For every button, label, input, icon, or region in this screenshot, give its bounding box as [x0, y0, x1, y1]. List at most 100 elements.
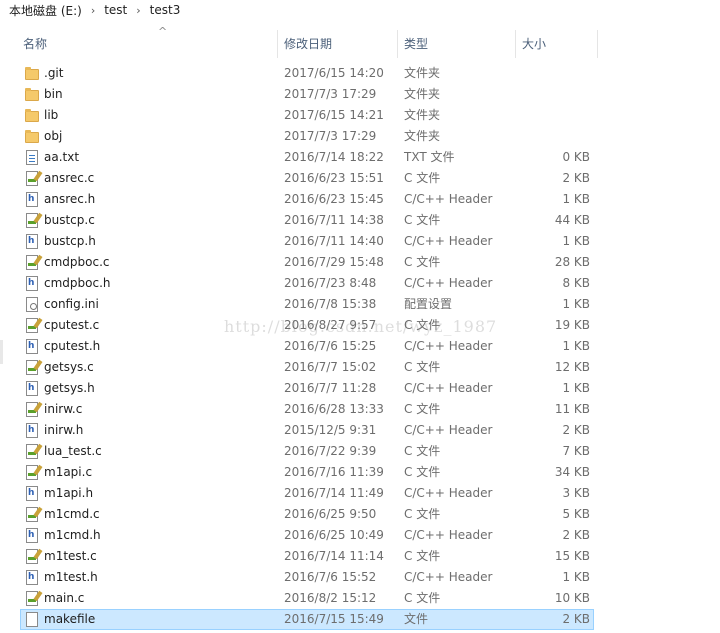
header-file-icon — [24, 528, 40, 544]
file-name: obj — [44, 129, 63, 143]
breadcrumb-chevron-icon[interactable]: › — [136, 4, 140, 17]
file-size: 1 KB — [562, 234, 590, 248]
file-row[interactable]: cputest.h 2016/7/6 15:25 C/C++ Header 1 KB — [0, 336, 720, 357]
file-row[interactable]: aa.txt 2016/7/14 18:22 TXT 文件 0 KB — [0, 147, 720, 168]
file-row[interactable]: m1cmd.c 2016/6/25 9:50 C 文件 5 KB — [0, 504, 720, 525]
breadcrumb-test[interactable]: test — [104, 3, 127, 17]
column-header-name[interactable]: 名称 ^ — [17, 26, 278, 58]
file-type: 文件夹 — [404, 108, 441, 122]
file-name: m1test.h — [44, 570, 98, 584]
file-name: lib — [44, 108, 59, 122]
file-date: 2016/7/6 15:52 — [284, 570, 377, 584]
folder-icon — [24, 108, 40, 124]
file-row[interactable]: lua_test.c 2016/7/22 9:39 C 文件 7 KB — [0, 441, 720, 462]
file-type: C/C++ Header — [404, 339, 493, 353]
file-row[interactable]: config.ini 2016/7/8 15:38 配置设置 1 KB — [0, 294, 720, 315]
file-row[interactable]: getsys.c 2016/7/7 15:02 C 文件 12 KB — [0, 357, 720, 378]
breadcrumb-chevron-icon[interactable]: › — [91, 4, 95, 17]
file-size: 34 KB — [554, 465, 590, 479]
file-row[interactable]: bustcp.h 2016/7/11 14:40 C/C++ Header 1 KB — [0, 231, 720, 252]
file-type: C 文件 — [404, 318, 441, 332]
file-date: 2015/12/5 9:31 — [284, 423, 377, 437]
file-size — [520, 105, 590, 126]
file-type: C 文件 — [404, 255, 441, 269]
file-name: cmdpboc.c — [44, 255, 110, 269]
file-row[interactable]: lib 2017/6/15 14:21 文件夹 — [0, 105, 720, 126]
file-size: 11 KB — [554, 402, 590, 416]
column-header-date[interactable]: 修改日期 — [278, 30, 398, 58]
file-date: 2016/7/8 15:38 — [284, 297, 377, 311]
sort-ascending-icon: ^ — [158, 25, 168, 38]
file-row[interactable]: inirw.c 2016/6/28 13:33 C 文件 11 KB — [0, 399, 720, 420]
file-type: TXT 文件 — [404, 150, 455, 164]
file-name: cputest.c — [44, 318, 100, 332]
file-row[interactable]: m1api.h 2016/7/14 11:49 C/C++ Header 3 KB — [0, 483, 720, 504]
file-size: 12 KB — [554, 360, 590, 374]
text-file-icon — [24, 150, 40, 166]
file-size: 44 KB — [554, 213, 590, 227]
file-name: inirw.c — [44, 402, 83, 416]
file-date: 2016/7/7 15:02 — [284, 360, 377, 374]
c-source-file-icon — [24, 402, 40, 418]
file-size: 2 KB — [562, 423, 590, 437]
file-row[interactable]: .git 2017/6/15 14:20 文件夹 — [0, 63, 720, 84]
file-type: C/C++ Header — [404, 423, 493, 437]
column-date-label: 修改日期 — [284, 37, 333, 51]
file-row[interactable]: inirw.h 2015/12/5 9:31 C/C++ Header 2 KB — [0, 420, 720, 441]
file-size: 7 KB — [562, 444, 590, 458]
header-file-icon — [24, 234, 40, 250]
file-row[interactable]: makefile 2016/7/15 15:49 文件 2 KB — [0, 609, 720, 630]
file-name: ansrec.c — [44, 171, 95, 185]
file-row[interactable]: ansrec.c 2016/6/23 15:51 C 文件 2 KB — [0, 168, 720, 189]
file-row[interactable]: cmdpboc.c 2016/7/29 15:48 C 文件 28 KB — [0, 252, 720, 273]
file-type: C 文件 — [404, 213, 441, 227]
file-row[interactable]: m1api.c 2016/7/16 11:39 C 文件 34 KB — [0, 462, 720, 483]
file-name: bin — [44, 87, 63, 101]
file-name: aa.txt — [44, 150, 80, 164]
file-row[interactable]: m1test.h 2016/7/6 15:52 C/C++ Header 1 KB — [0, 567, 720, 588]
file-type: C/C++ Header — [404, 276, 493, 290]
file-date: 2016/7/15 15:49 — [284, 612, 384, 626]
file-row[interactable]: cmdpboc.h 2016/7/23 8:48 C/C++ Header 8 KB — [0, 273, 720, 294]
folder-icon — [24, 66, 40, 82]
file-type: C 文件 — [404, 465, 441, 479]
c-source-file-icon — [24, 549, 40, 565]
file-name: cputest.h — [44, 339, 101, 353]
file-row[interactable]: bin 2017/7/3 17:29 文件夹 — [0, 84, 720, 105]
file-date: 2016/7/14 11:49 — [284, 486, 384, 500]
breadcrumb-test3[interactable]: test3 — [150, 3, 181, 17]
file-row[interactable]: cputest.c 2016/8/27 9:57 C 文件 19 KB — [0, 315, 720, 336]
file-name: m1cmd.c — [44, 507, 100, 521]
file-name: makefile — [44, 612, 96, 626]
file-name: ansrec.h — [44, 192, 96, 206]
file-type: C/C++ Header — [404, 192, 493, 206]
file-row[interactable]: obj 2017/7/3 17:29 文件夹 — [0, 126, 720, 147]
file-date: 2016/7/22 9:39 — [284, 444, 377, 458]
file-name: .git — [44, 66, 64, 80]
file-size: 19 KB — [554, 318, 590, 332]
column-header-size[interactable]: 大小 — [516, 30, 598, 58]
file-name: m1cmd.h — [44, 528, 101, 542]
file-date: 2016/6/23 15:45 — [284, 192, 384, 206]
breadcrumb: 本地磁盘 (E:) › test › test3 — [0, 0, 720, 20]
file-name: getsys.c — [44, 360, 94, 374]
file-row[interactable]: getsys.h 2016/7/7 11:28 C/C++ Header 1 KB — [0, 378, 720, 399]
file-size: 15 KB — [554, 549, 590, 563]
column-header-type[interactable]: 类型 — [398, 30, 516, 58]
file-row[interactable]: main.c 2016/8/2 15:12 C 文件 10 KB — [0, 588, 720, 609]
file-date: 2017/7/3 17:29 — [284, 87, 377, 101]
file-row[interactable]: m1test.c 2016/7/14 11:14 C 文件 15 KB — [0, 546, 720, 567]
file-row[interactable]: bustcp.c 2016/7/11 14:38 C 文件 44 KB — [0, 210, 720, 231]
file-name: m1test.c — [44, 549, 97, 563]
file-row[interactable]: m1cmd.h 2016/6/25 10:49 C/C++ Header 2 KB — [0, 525, 720, 546]
file-name: m1api.h — [44, 486, 94, 500]
c-source-file-icon — [24, 171, 40, 187]
file-name: inirw.h — [44, 423, 84, 437]
file-type: C/C++ Header — [404, 528, 493, 542]
breadcrumb-drive[interactable]: 本地磁盘 (E:) — [9, 2, 82, 19]
file-row[interactable]: ansrec.h 2016/6/23 15:45 C/C++ Header 1 KB — [0, 189, 720, 210]
column-header: 名称 ^ 修改日期 类型 大小 — [0, 26, 720, 58]
file-date: 2016/6/25 9:50 — [284, 507, 377, 521]
generic-file-icon — [24, 612, 40, 628]
file-date: 2016/7/29 15:48 — [284, 255, 384, 269]
